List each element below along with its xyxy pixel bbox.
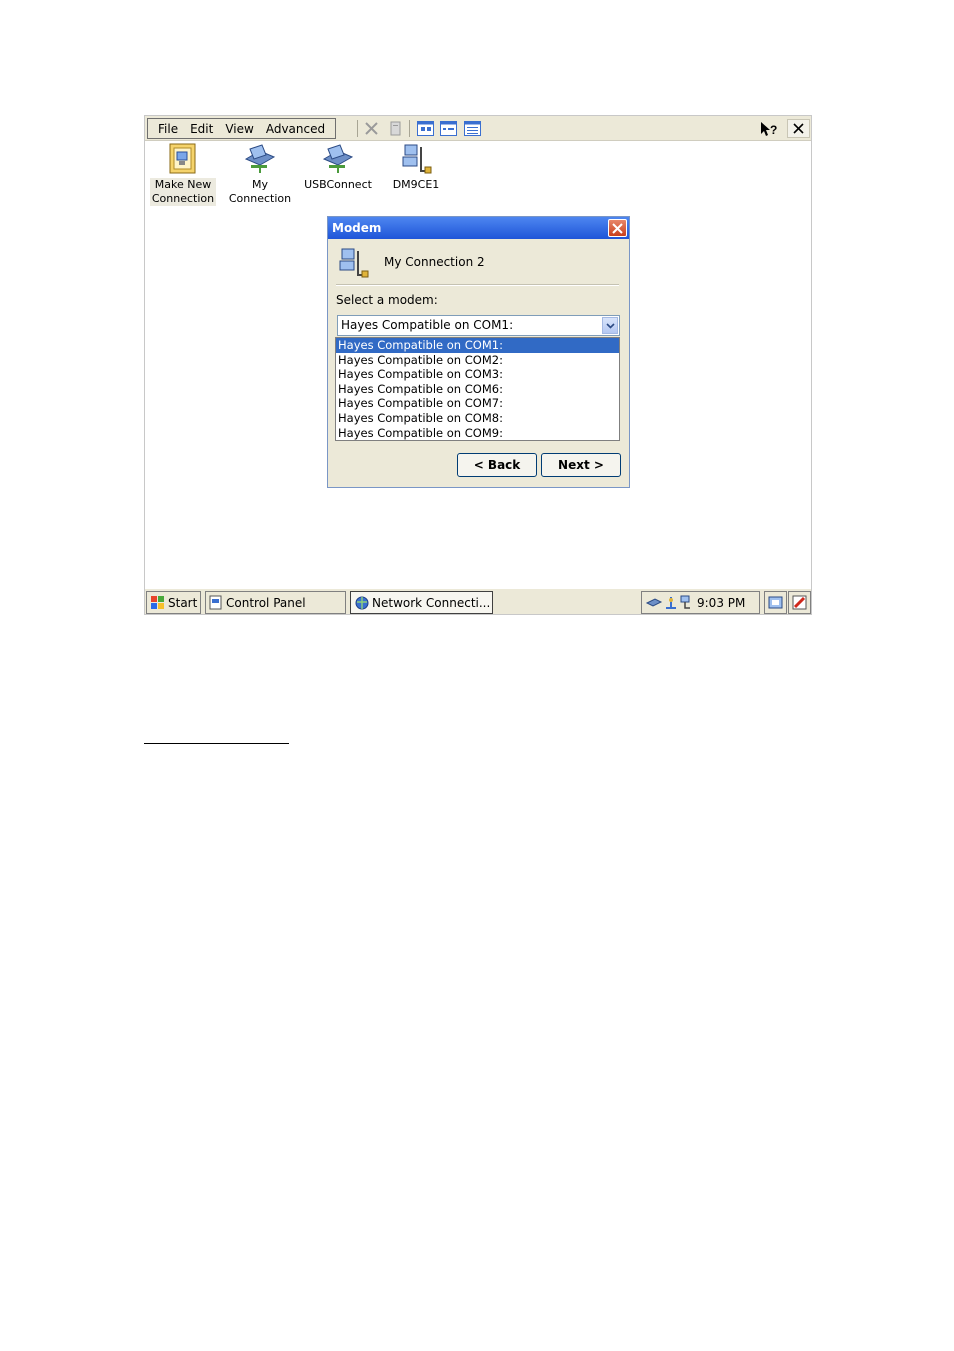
control-panel-icon	[209, 595, 222, 610]
modem-dropdown-list: Hayes Compatible on COM1: Hayes Compatib…	[335, 337, 620, 441]
menu-group: File Edit View Advanced	[147, 118, 337, 139]
network-globe-icon	[355, 596, 369, 610]
select-modem-label: Select a modem:	[336, 293, 438, 307]
modem-option[interactable]: Hayes Compatible on COM1:	[336, 338, 619, 353]
network-adapter-icon	[339, 248, 369, 278]
close-icon	[793, 123, 804, 134]
dialog-title: Modem	[328, 217, 629, 239]
dm9ce1-shortcut[interactable]: DM9CE1	[378, 143, 454, 192]
large-icons-view-button[interactable]	[416, 119, 435, 138]
make-new-connection-shortcut[interactable]: Make New Connection	[145, 143, 221, 206]
desktop-switch-button[interactable]	[764, 591, 787, 614]
task-control-panel[interactable]: Control Panel	[205, 591, 346, 614]
menu-advanced[interactable]: Advanced	[260, 122, 331, 136]
menu-bar: File Edit View Advanced ?	[145, 116, 811, 141]
modem-option[interactable]: Hayes Compatible on COM3:	[336, 367, 619, 382]
network-status-icon[interactable]	[645, 596, 663, 610]
clock: 9:03 PM	[697, 595, 746, 610]
dropdown-button[interactable]	[602, 317, 618, 334]
connection-name: My Connection 2	[384, 255, 485, 269]
modem-select-value: Hayes Compatible on COM1:	[341, 318, 514, 332]
delete-icon	[365, 122, 378, 135]
network-connection-icon	[322, 144, 354, 173]
svg-text:?: ?	[770, 123, 777, 137]
connection-status-icon[interactable]	[679, 595, 693, 610]
small-icons-view-button[interactable]	[439, 119, 458, 138]
large-icons-view-icon	[417, 121, 434, 136]
footnote-rule	[144, 743, 289, 744]
make-new-connection-icon	[169, 143, 196, 174]
details-view-button[interactable]	[463, 119, 482, 138]
toolbar-separator	[409, 120, 410, 137]
start-label: Start	[168, 595, 198, 610]
properties-button[interactable]	[386, 119, 405, 138]
usbconnect-shortcut[interactable]: USBConnect	[300, 143, 376, 192]
properties-icon	[390, 121, 401, 136]
start-button[interactable]: Start	[146, 591, 201, 614]
modem-option[interactable]: Hayes Compatible on COM7:	[336, 396, 619, 411]
task-network-connections[interactable]: Network Connecti...	[350, 591, 493, 614]
help-icon: ?	[761, 121, 777, 137]
network-adapter-icon	[402, 144, 432, 174]
taskbar: Start Control Panel Network Connecti... …	[145, 588, 811, 614]
dialog-divider	[336, 284, 619, 286]
windows-logo-icon	[151, 596, 164, 609]
screen: File Edit View Advanced ? Make New Conne…	[144, 115, 812, 615]
keyboard-button[interactable]	[788, 591, 811, 614]
connection-icon-wrapper	[336, 247, 370, 282]
my-connection-shortcut[interactable]: My Connection	[222, 143, 298, 206]
next-button[interactable]: Next >	[541, 453, 621, 477]
small-icons-view-icon	[440, 121, 457, 136]
task-label: Network Connecti...	[372, 595, 491, 610]
desktop-icon-label: USBConnect	[304, 178, 372, 191]
close-button[interactable]	[787, 119, 810, 138]
help-button[interactable]: ?	[757, 119, 781, 138]
details-view-icon	[464, 121, 481, 136]
menu-edit[interactable]: Edit	[184, 122, 219, 136]
modem-dialog: Modem My Connection 2 Select a modem: Ha…	[327, 216, 630, 488]
toolbar-separator	[357, 120, 358, 137]
usb-icon[interactable]	[663, 596, 679, 610]
desktop-icon-label: My Connection	[228, 178, 292, 205]
modem-option[interactable]: Hayes Compatible on COM8:	[336, 411, 619, 426]
dialog-close-button[interactable]	[608, 219, 627, 237]
modem-option[interactable]: Hayes Compatible on COM9:	[336, 426, 619, 441]
pen-input-icon	[792, 595, 807, 610]
desktop-icon	[768, 596, 783, 609]
network-connection-icon	[244, 144, 276, 173]
close-icon	[612, 222, 623, 234]
task-label: Control Panel	[226, 595, 306, 610]
desktop-icon-label: Make New Connection	[149, 178, 217, 206]
back-button[interactable]: < Back	[457, 453, 537, 477]
delete-button[interactable]	[362, 119, 381, 138]
desktop-icon-label: DM9CE1	[392, 178, 440, 191]
menu-view[interactable]: View	[219, 122, 259, 136]
system-tray: 9:03 PM	[641, 591, 760, 614]
chevron-down-icon	[605, 322, 615, 329]
modem-option[interactable]: Hayes Compatible on COM2:	[336, 353, 619, 368]
modem-option[interactable]: Hayes Compatible on COM6:	[336, 382, 619, 397]
menu-file[interactable]: File	[152, 122, 184, 136]
modem-select[interactable]: Hayes Compatible on COM1:	[337, 315, 620, 336]
